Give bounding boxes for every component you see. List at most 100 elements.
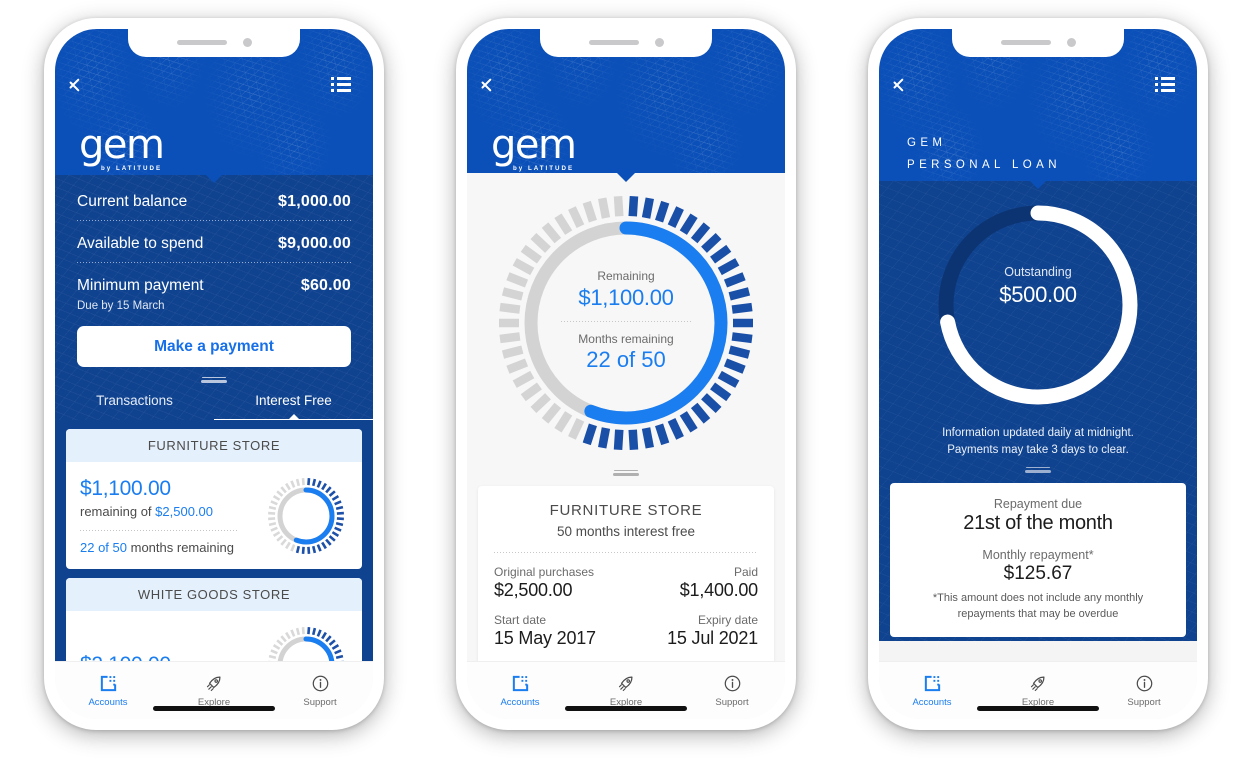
monthly-repayment-value: $125.67 (1003, 563, 1073, 585)
gem-logo: gem by LATITUDE (491, 125, 577, 172)
purchase-detail-card: FURNITURE STORE 50 months interest free … (478, 486, 774, 679)
field-label: Paid (733, 565, 758, 579)
phone-notch (952, 29, 1124, 57)
rocket-icon (206, 676, 221, 691)
tab-accounts[interactable]: Accounts (467, 662, 573, 719)
gauge-ring (938, 205, 1138, 405)
gem-logo-word: gem (79, 122, 165, 168)
store-card-body: $2,100.00 (66, 611, 362, 665)
phone1-navbar (55, 69, 373, 99)
tab-interest-free[interactable]: Interest Free (214, 389, 373, 420)
title-line-1: GEM (907, 137, 947, 149)
phone2-screen: gem by LATITUDE Remaining $1,100.00 Mont… (467, 29, 785, 719)
rocket-icon (1030, 676, 1045, 691)
tab-accounts[interactable]: Accounts (55, 662, 161, 719)
payment-due-text: Due by 15 March (77, 300, 165, 312)
accounts-icon (924, 675, 940, 691)
tab-label: Support (303, 696, 337, 708)
repayment-due-value: 21st of the month (963, 512, 1113, 535)
detail-store-name: FURNITURE STORE (549, 502, 703, 519)
back-chevron-icon[interactable] (901, 72, 915, 96)
front-camera (242, 37, 252, 47)
remaining-label: Remaining (597, 269, 655, 283)
tab-label: Accounts (88, 696, 128, 708)
detail-term: 50 months interest free (556, 524, 696, 539)
gem-logo-subtitle: by LATITUDE (101, 164, 163, 172)
gem-logo-subtitle: by LATITUDE (513, 164, 575, 172)
repayment-due-label: Repayment due (993, 497, 1083, 512)
tab-support[interactable]: Support (679, 662, 785, 719)
store-months-label: months remaining (130, 540, 234, 555)
info-circle-icon (1136, 675, 1152, 691)
summary-row-available-to-spend: Available to spend $9,000.00 (77, 221, 351, 262)
tab-support[interactable]: Support (267, 662, 373, 719)
store-progress-donut (264, 474, 348, 558)
interest-free-list: FURNITURE STORE $1,100.00 remaining of $… (55, 420, 373, 665)
store-name: FURNITURE STORE (66, 429, 362, 462)
months-remaining-gauge: Remaining $1,100.00 Months remaining 22 … (467, 173, 785, 469)
minimum-payment-label: Minimum payment (77, 277, 204, 294)
tab-label: Accounts (500, 696, 540, 708)
summary-row-minimum-payment: Minimum payment $60.00 (77, 263, 351, 304)
screenshot-stage: gem by LATITUDE Current balance $1,000.0… (0, 0, 1250, 760)
store-card-furniture[interactable]: FURNITURE STORE $1,100.00 remaining of $… (66, 429, 362, 569)
phone3-screen: GEM PERSONAL LOAN Outstanding $500.00 In… (879, 29, 1197, 719)
divider (561, 321, 691, 322)
accounts-icon (512, 675, 528, 691)
speaker-grille (176, 39, 227, 45)
available-to-spend-label: Available to spend (77, 235, 204, 252)
info-note-line-1: Information updated daily at midnight. (942, 427, 1134, 439)
available-to-spend-value: $9,000.00 (278, 235, 351, 252)
tab-label: Support (1127, 696, 1161, 708)
front-camera (1066, 37, 1076, 47)
make-a-payment-button[interactable]: Make a payment (77, 326, 351, 367)
repayment-fine-print: *This amount does not include any monthl… (932, 592, 1144, 620)
phone-mockup-3: GEM PERSONAL LOAN Outstanding $500.00 In… (868, 18, 1208, 730)
loan-body: Outstanding $500.00 Information updated … (879, 181, 1197, 641)
account-tabs: Transactions Interest Free (55, 389, 373, 420)
months-remaining-label: Months remaining (578, 332, 674, 346)
handle-area (467, 469, 785, 476)
accounts-icon (100, 675, 116, 691)
info-circle-icon (724, 675, 740, 691)
phone3-navbar (879, 69, 1197, 99)
store-remaining-amount: $1,100.00 (80, 477, 171, 500)
outstanding-gauge (879, 181, 1197, 413)
remaining-of-label: remaining of (80, 504, 152, 519)
minimum-payment-value: $60.00 (300, 277, 351, 294)
store-card-body: $1,100.00 remaining of $2,500.00 22 of 5… (66, 462, 362, 569)
gauge-center-readout: Remaining $1,100.00 Months remaining 22 … (551, 269, 701, 373)
home-indicator (977, 706, 1099, 711)
gem-logo: gem by LATITUDE (79, 122, 165, 172)
back-chevron-icon[interactable] (77, 72, 91, 96)
account-summary-panel: Current balance $1,000.00 Available to s… (55, 175, 373, 420)
store-card-white-goods[interactable]: WHITE GOODS STORE $2,100.00 (66, 578, 362, 665)
info-note: Information updated daily at midnight. P… (879, 425, 1197, 458)
back-chevron-icon[interactable] (489, 72, 503, 96)
summary-row-current-balance: Current balance $1,000.00 (77, 179, 351, 220)
field-label: Expiry date (697, 613, 758, 627)
store-months-value: 22 of 50 (80, 540, 127, 555)
store-figures: $1,100.00 remaining of $2,500.00 22 of 5… (80, 477, 264, 555)
front-camera (654, 37, 664, 47)
field-value: $2,500.00 (494, 580, 573, 600)
panel-notch-arrow (1029, 181, 1047, 189)
list-menu-icon[interactable] (1155, 76, 1175, 92)
detail-row-dates: Start date 15 May 2017 Expiry date 15 Ju… (494, 613, 758, 649)
tab-label: Support (715, 696, 749, 708)
tab-transactions[interactable]: Transactions (55, 389, 214, 420)
store-remaining-of-line: remaining of $2,500.00 (80, 504, 264, 519)
info-circle-icon (312, 675, 328, 691)
tab-support[interactable]: Support (1091, 662, 1197, 719)
drag-handle[interactable] (1025, 470, 1051, 474)
tab-accounts[interactable]: Accounts (879, 662, 985, 719)
current-balance-label: Current balance (77, 193, 188, 210)
phone-notch (128, 29, 300, 57)
list-menu-icon[interactable] (331, 76, 351, 92)
field-label: Original purchases (494, 565, 595, 579)
field-value: $1,400.00 (679, 580, 758, 600)
drag-handle[interactable] (201, 380, 227, 383)
store-name: WHITE GOODS STORE (66, 578, 362, 611)
phone-notch (540, 29, 712, 57)
paid: Paid $1,400.00 (680, 565, 758, 601)
